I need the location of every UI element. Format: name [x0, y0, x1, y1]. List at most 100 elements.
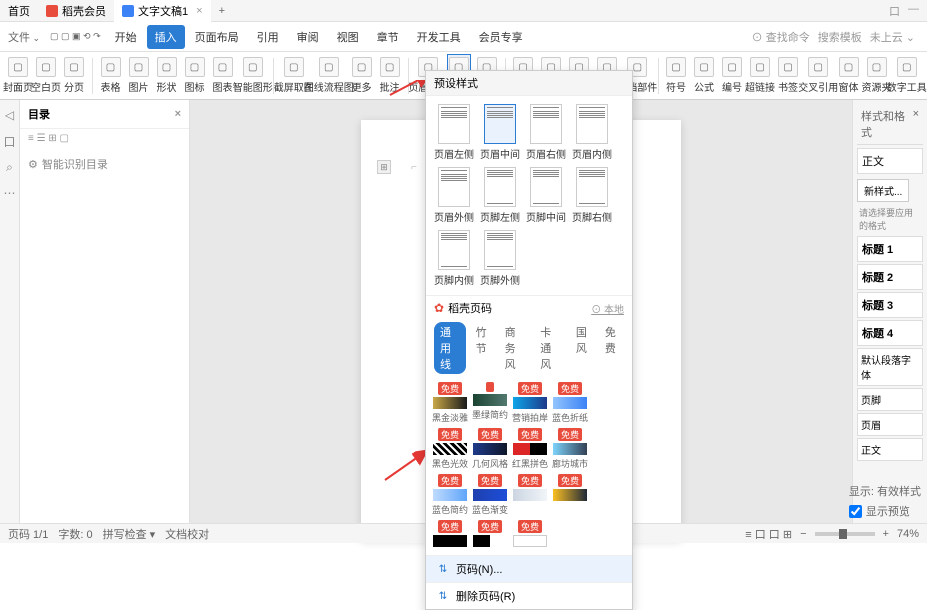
- sp-h1[interactable]: 标题 1: [857, 236, 923, 262]
- menu-ref[interactable]: 引用: [249, 25, 287, 49]
- sp-h4[interactable]: 标题 4: [857, 320, 923, 346]
- status-proof[interactable]: 文档校对: [165, 526, 209, 542]
- delete-pagenum-action[interactable]: ⇅删除页码(R): [426, 582, 632, 609]
- preset-页脚左侧[interactable]: 页脚左侧: [480, 167, 520, 224]
- rec-item-1[interactable]: 墨绿简约: [472, 382, 508, 424]
- ribbon-窗体[interactable]: ▢窗体: [837, 55, 861, 96]
- outline-close[interactable]: ×: [175, 108, 181, 120]
- rail-search-icon[interactable]: ⌕: [3, 160, 17, 174]
- menu-start[interactable]: 开始: [107, 25, 145, 49]
- ribbon-更多[interactable]: ▢更多: [350, 55, 374, 96]
- preset-页眉右侧[interactable]: 页眉右侧: [526, 104, 566, 161]
- ribbon-资源夹[interactable]: ▢资源夹: [865, 55, 889, 96]
- rec-tab-卡通风[interactable]: 卡通风: [534, 322, 566, 374]
- sp-preview-chk[interactable]: [849, 505, 862, 518]
- rec-item-8[interactable]: 免费蓝色简约: [432, 474, 468, 516]
- ribbon-图表[interactable]: ▢图表: [211, 55, 235, 96]
- rec-item-9[interactable]: 免费蓝色渐变: [472, 474, 508, 516]
- preset-页眉内侧[interactable]: 页眉内侧: [572, 104, 612, 161]
- ribbon-智能图形[interactable]: ▢智能图形: [239, 55, 267, 96]
- ribbon-封面页[interactable]: ▢封面页: [6, 55, 30, 96]
- rec-item-7[interactable]: 免费廊坊城市: [552, 428, 588, 470]
- rec-item-13[interactable]: 免费: [472, 520, 508, 549]
- sp-t0[interactable]: 默认段落字体: [857, 348, 923, 386]
- rec-item-2[interactable]: 免费营销拍岸: [512, 382, 548, 424]
- cloud-status[interactable]: 未上云 ⌄: [870, 29, 915, 45]
- rail-more-icon[interactable]: ⋯: [3, 186, 17, 200]
- ribbon-交叉引用[interactable]: ▢交叉引用: [804, 55, 832, 96]
- sp-current[interactable]: 正文: [857, 148, 923, 174]
- rec-item-5[interactable]: 免费几何风格: [472, 428, 508, 470]
- zoom-in[interactable]: +: [883, 528, 889, 540]
- tab-home[interactable]: 首页: [0, 0, 38, 22]
- rec-item-6[interactable]: 免费红黑拼色: [512, 428, 548, 470]
- ribbon-图片[interactable]: ▢图片: [127, 55, 151, 96]
- sp-h3[interactable]: 标题 3: [857, 292, 923, 318]
- rec-item-11[interactable]: 免费: [552, 474, 588, 516]
- ribbon-分页[interactable]: ▢分页: [62, 55, 86, 96]
- sp-newstyle[interactable]: 新样式...: [857, 179, 909, 202]
- rec-item-10[interactable]: 免费: [512, 474, 548, 516]
- ribbon-符号[interactable]: ▢符号: [664, 55, 688, 96]
- preset-页眉中间[interactable]: 页眉中间: [480, 104, 520, 161]
- sp-t3[interactable]: 正文: [857, 438, 923, 461]
- preset-页眉外侧[interactable]: 页眉外侧: [434, 167, 474, 224]
- preset-页眉左侧[interactable]: 页眉左侧: [434, 104, 474, 161]
- rail-text-icon[interactable]: 口: [3, 134, 17, 148]
- ribbon-空白页[interactable]: ▢空白页: [34, 55, 58, 96]
- tab-close[interactable]: ×: [196, 5, 202, 17]
- ribbon-批注[interactable]: ▢批注: [378, 55, 402, 96]
- rail-prev-icon[interactable]: ◁: [3, 108, 17, 122]
- menu-dev[interactable]: 开发工具: [409, 25, 469, 49]
- ribbon-在线流程图[interactable]: ▢在线流程图: [312, 55, 346, 96]
- menu-layout[interactable]: 页面布局: [187, 25, 247, 49]
- sp-h2[interactable]: 标题 2: [857, 264, 923, 290]
- rec-tab-竹节[interactable]: 竹节: [470, 322, 495, 374]
- search-template[interactable]: 搜索模板: [818, 29, 862, 45]
- tab-document[interactable]: 文字文稿1×: [114, 0, 211, 22]
- view-icon[interactable]: ≡ 口 口 ⊞: [745, 526, 792, 542]
- ribbon-超链接[interactable]: ▢超链接: [748, 55, 772, 96]
- win-restore-icon[interactable]: 口: [889, 3, 900, 19]
- page-handle-icon[interactable]: ⊞: [377, 160, 391, 174]
- menu-insert[interactable]: 插入: [147, 25, 185, 49]
- status-spell[interactable]: 拼写检查 ▾: [103, 526, 156, 542]
- preset-页脚右侧[interactable]: 页脚右侧: [572, 167, 612, 224]
- rec-more[interactable]: ⊙ 本地: [591, 301, 624, 316]
- rec-item-12[interactable]: 免费: [432, 520, 468, 549]
- rec-tab-商务风[interactable]: 商务风: [499, 322, 531, 374]
- quick-icons[interactable]: ▢ ▢ ▣ ⟲ ↷: [46, 31, 105, 42]
- preset-页脚内侧[interactable]: 页脚内侧: [434, 230, 474, 287]
- preset-页脚外侧[interactable]: 页脚外侧: [480, 230, 520, 287]
- ribbon-图标[interactable]: ▢图标: [183, 55, 207, 96]
- tab-docer[interactable]: 稻壳会员: [38, 0, 114, 22]
- ribbon-公式[interactable]: ▢公式: [692, 55, 716, 96]
- menu-vip[interactable]: 会员专享: [471, 25, 531, 49]
- ribbon-表格[interactable]: ▢表格: [99, 55, 123, 96]
- zoom-out[interactable]: −: [800, 528, 806, 540]
- sp-t2[interactable]: 页眉: [857, 413, 923, 436]
- rec-item-0[interactable]: 免费黑金淡雅: [432, 382, 468, 424]
- status-page[interactable]: 页码 1/1: [8, 526, 48, 542]
- ribbon-数字工具[interactable]: ▢数字工具: [893, 55, 921, 96]
- ribbon-形状[interactable]: ▢形状: [155, 55, 179, 96]
- pagenum-action[interactable]: ⇅页码(N)...: [426, 555, 632, 582]
- add-tab[interactable]: +: [211, 5, 233, 17]
- outline-tools[interactable]: ≡ ☰ ⊞ ▢: [20, 129, 189, 148]
- status-words[interactable]: 字数: 0: [58, 526, 92, 542]
- rec-tab-通用线[interactable]: 通用线: [434, 322, 466, 374]
- sp-close[interactable]: ×: [913, 108, 919, 140]
- zoom-slider[interactable]: [815, 532, 875, 536]
- menu-chapter[interactable]: 章节: [369, 25, 407, 49]
- sp-t1[interactable]: 页脚: [857, 388, 923, 411]
- win-min-icon[interactable]: —: [908, 3, 919, 19]
- zoom-level[interactable]: 74%: [897, 528, 919, 540]
- rec-tab-免费[interactable]: 免费: [599, 322, 624, 374]
- ribbon-书签[interactable]: ▢书签: [776, 55, 800, 96]
- preset-页脚中间[interactable]: 页脚中间: [526, 167, 566, 224]
- rec-item-3[interactable]: 免费蓝色折纸: [552, 382, 588, 424]
- rec-tab-国风[interactable]: 国风: [570, 322, 595, 374]
- ribbon-编号[interactable]: ▢编号: [720, 55, 744, 96]
- menu-review[interactable]: 审阅: [289, 25, 327, 49]
- rec-item-14[interactable]: 免费: [512, 520, 548, 549]
